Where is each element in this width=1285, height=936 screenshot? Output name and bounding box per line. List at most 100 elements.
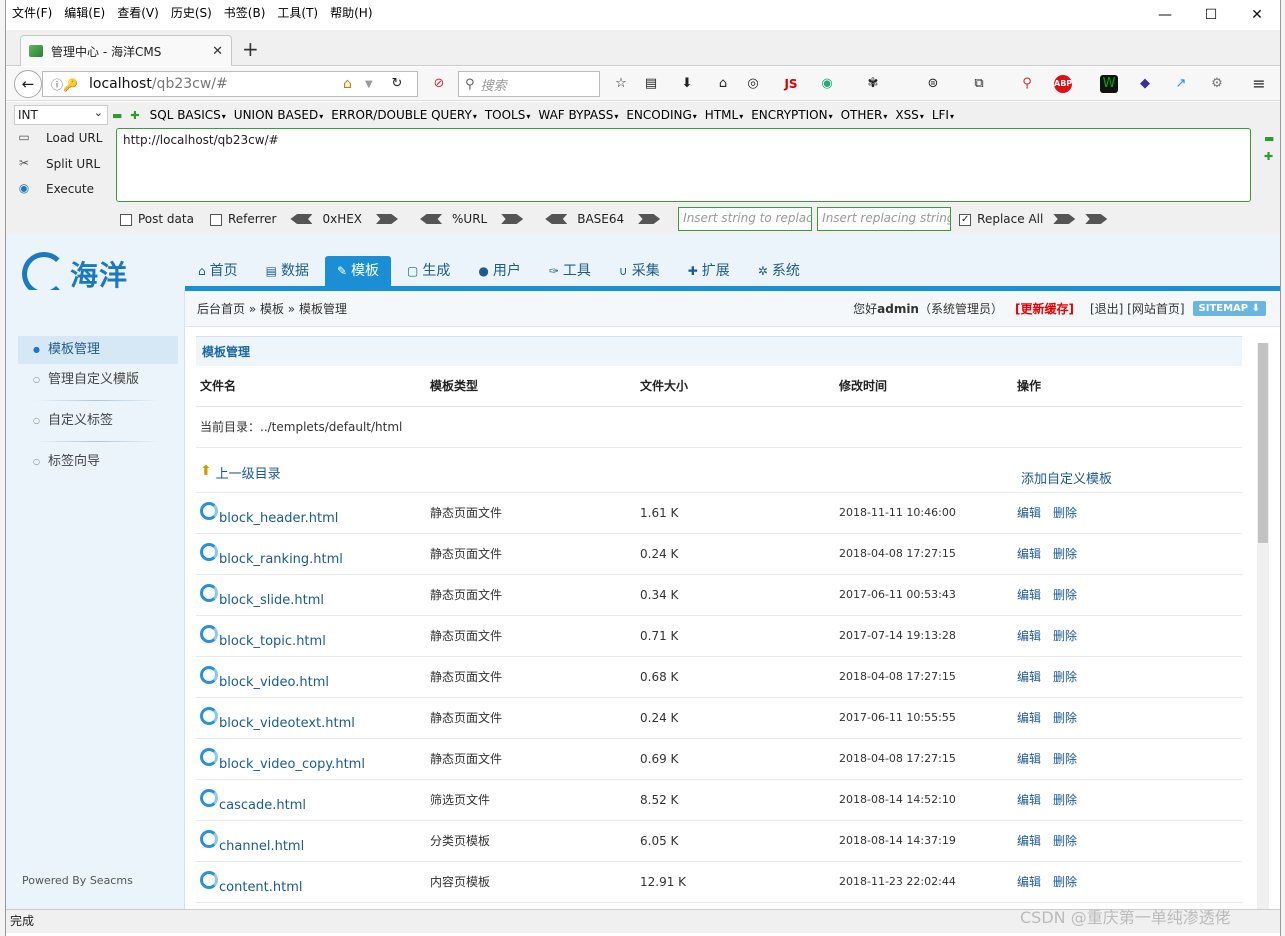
- delete-link[interactable]: 删除: [1053, 711, 1077, 725]
- new-tab-button[interactable]: +: [242, 37, 259, 61]
- js-toggle-icon[interactable]: JS: [782, 75, 800, 93]
- address-bar[interactable]: ⓘ🔑 localhost/qb23cw/# ⌂ ▼: [42, 71, 418, 97]
- edit-link[interactable]: 编辑: [1017, 547, 1041, 561]
- file-name-link[interactable]: block_topic.html: [219, 634, 326, 649]
- edit-link[interactable]: 编辑: [1017, 670, 1041, 684]
- hackbar-menu-item[interactable]: XSS: [895, 108, 923, 122]
- base64-encode-arrow[interactable]: [638, 214, 661, 224]
- replace-string-input[interactable]: Insert string to replace: [678, 207, 813, 231]
- file-name-link[interactable]: block_header.html: [219, 511, 338, 526]
- edit-link[interactable]: 编辑: [1017, 793, 1041, 807]
- replacing-string-input[interactable]: Insert replacing string: [817, 207, 952, 231]
- execute-button[interactable]: ◉ Execute: [14, 181, 94, 197]
- browser-tab[interactable]: 管理中心 - 海洋CMS ✕: [20, 35, 232, 66]
- page-scrollbar[interactable]: [1257, 343, 1269, 909]
- extension-color-icon[interactable]: ◉: [818, 75, 836, 93]
- clipboard-icon[interactable]: ⧉: [970, 75, 988, 93]
- file-name-link[interactable]: block_video.html: [219, 675, 329, 690]
- hackbar-menu-item[interactable]: WAF BYPASS: [538, 108, 618, 122]
- nav-item[interactable]: ✲ 系统: [746, 256, 812, 286]
- nav-item[interactable]: ● 用户: [466, 256, 532, 286]
- file-name-link[interactable]: block_videotext.html: [219, 716, 355, 731]
- delete-link[interactable]: 删除: [1053, 793, 1077, 807]
- hackbar-url-textarea[interactable]: http://localhost/qb23cw/#: [116, 128, 1251, 202]
- hackbar-minus-icon[interactable]: ▬: [1264, 132, 1274, 145]
- gear-icon[interactable]: ⚙: [1208, 75, 1226, 93]
- sidebar-item-template-manage[interactable]: 模板管理: [18, 336, 178, 364]
- base64-decode-arrow[interactable]: [545, 214, 568, 224]
- close-window-button[interactable]: ✕: [1234, 0, 1280, 30]
- delete-link[interactable]: 删除: [1053, 588, 1077, 602]
- minimize-button[interactable]: —: [1142, 0, 1188, 30]
- scrollbar-thumb[interactable]: [1258, 343, 1268, 543]
- replace-back-arrow[interactable]: [1085, 214, 1108, 224]
- file-name-link[interactable]: block_slide.html: [219, 593, 324, 608]
- hackbar-menu-item[interactable]: ERROR/DOUBLE QUERY: [331, 108, 477, 122]
- file-name-link[interactable]: block_video_copy.html: [219, 757, 365, 772]
- hex-encode-arrow[interactable]: [376, 214, 399, 224]
- hackbar-type-select[interactable]: INT: [14, 104, 108, 125]
- nav-item[interactable]: ∪ 采集: [607, 256, 672, 286]
- sitemap-button[interactable]: SITEMAP ⬇: [1192, 301, 1266, 316]
- hackbar-menu-item[interactable]: SQL BASICS: [150, 108, 226, 122]
- site-info-icon[interactable]: ⓘ🔑: [51, 76, 89, 93]
- nav-item[interactable]: ⌂ 首页: [186, 256, 250, 286]
- menu-item[interactable]: 书签(B): [218, 4, 272, 21]
- edit-link[interactable]: 编辑: [1017, 588, 1041, 602]
- menu-item[interactable]: 历史(S): [165, 4, 218, 21]
- post-data-checkbox[interactable]: Post data: [120, 212, 194, 226]
- menu-item[interactable]: 帮助(H): [324, 4, 378, 21]
- plus-icon[interactable]: ✚: [130, 109, 139, 122]
- referrer-checkbox[interactable]: Referrer: [209, 212, 276, 226]
- reader-list-icon[interactable]: ▤: [642, 75, 660, 93]
- delete-link[interactable]: 删除: [1053, 834, 1077, 848]
- dropdown-icon[interactable]: ▼: [365, 79, 373, 90]
- palette-icon[interactable]: ✾: [864, 75, 882, 93]
- hackbar-plus-icon[interactable]: ✚: [1264, 150, 1273, 163]
- globe-icon[interactable]: ◎: [744, 75, 762, 93]
- hackbar-menu-item[interactable]: TOOLS: [485, 108, 531, 122]
- nav-item[interactable]: ✚ 扩展: [676, 256, 742, 286]
- file-name-link[interactable]: cascade.html: [219, 798, 306, 813]
- replace-forward-arrow[interactable]: [1053, 214, 1076, 224]
- delete-link[interactable]: 删除: [1053, 547, 1077, 561]
- nav-item[interactable]: ✑ 工具: [537, 256, 603, 286]
- maximize-button[interactable]: ☐: [1188, 0, 1234, 30]
- back-button[interactable]: ←: [14, 70, 42, 98]
- replace-all-checkbox[interactable]: ✓ Replace All: [959, 212, 1043, 226]
- wappalyzer-icon[interactable]: ↗: [1172, 75, 1190, 93]
- sidebar-item-tag-wizard[interactable]: 标签向导: [18, 448, 178, 476]
- hackbar-menu-item[interactable]: LFI: [932, 108, 954, 122]
- hackbar-menu-item[interactable]: ENCODING: [626, 108, 696, 122]
- nav-item[interactable]: ✎ 模板: [324, 256, 392, 286]
- hackbar-menu-item[interactable]: HTML: [705, 108, 743, 122]
- delete-link[interactable]: 删除: [1053, 629, 1077, 643]
- split-url-button[interactable]: ✂ Split URL: [14, 156, 100, 172]
- url-decode-arrow[interactable]: [420, 214, 443, 224]
- edit-link[interactable]: 编辑: [1017, 629, 1041, 643]
- file-name-link[interactable]: block_ranking.html: [219, 552, 343, 567]
- minus-icon[interactable]: ▬: [112, 109, 122, 122]
- adblock-icon[interactable]: ABP: [1054, 75, 1072, 93]
- menu-item[interactable]: 工具(T): [271, 4, 324, 21]
- sidebar-item-custom-tags[interactable]: 自定义标签: [18, 407, 178, 435]
- hackbar-menu-item[interactable]: UNION BASED: [234, 108, 323, 122]
- edit-link[interactable]: 编辑: [1017, 752, 1041, 766]
- delete-link[interactable]: 删除: [1053, 875, 1077, 889]
- search-input[interactable]: ⚲ 搜索: [458, 71, 600, 97]
- home-icon[interactable]: ⌂: [714, 75, 732, 93]
- hex-decode-arrow[interactable]: [290, 214, 313, 224]
- nav-item[interactable]: ▢ 生成: [395, 256, 462, 286]
- url-encode-arrow[interactable]: [501, 214, 524, 224]
- magnifier-icon[interactable]: ⚲: [1018, 75, 1036, 93]
- diamond-icon[interactable]: ◆: [1136, 75, 1154, 93]
- edit-link[interactable]: 编辑: [1017, 875, 1041, 889]
- hamburger-menu-icon[interactable]: ≡: [1250, 75, 1268, 93]
- noscript-icon[interactable]: ⊘: [430, 75, 448, 93]
- file-name-link[interactable]: content.html: [219, 880, 303, 895]
- hackbar-menu-item[interactable]: OTHER: [841, 108, 888, 122]
- bookmark-star-icon[interactable]: ☆: [612, 75, 630, 93]
- hackbar-menu-item[interactable]: ENCRYPTION: [751, 108, 832, 122]
- up-dir-link[interactable]: 上一级目录: [216, 467, 281, 482]
- edit-link[interactable]: 编辑: [1017, 506, 1041, 520]
